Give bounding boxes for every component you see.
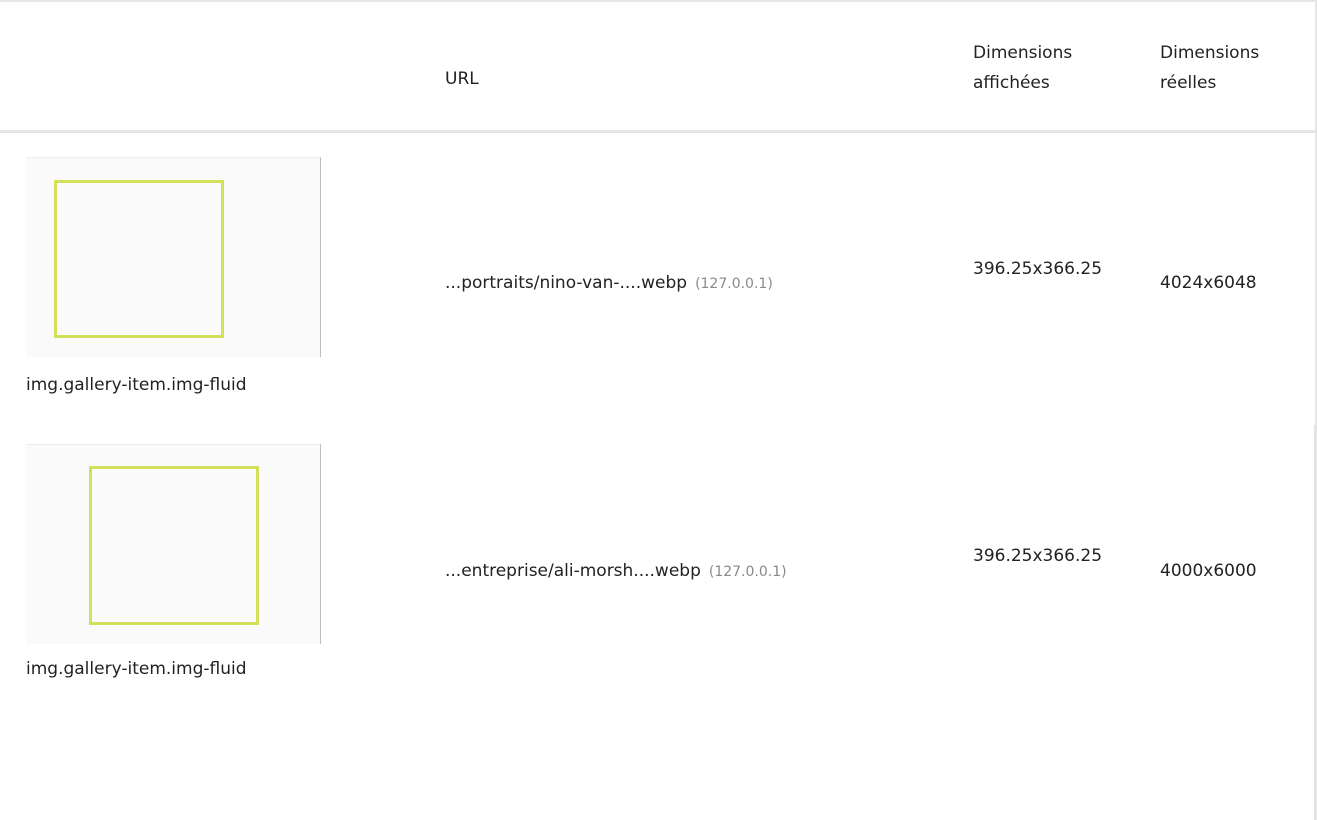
element-selector: img.gallery-item.img-fluid (26, 659, 247, 679)
real-dimensions: 4000x6000 (1160, 561, 1257, 581)
image-url[interactable]: ...portraits/nino-van-....webp (127.0.0.1… (445, 271, 773, 296)
image-thumbnail[interactable] (26, 444, 321, 644)
table-row: img.gallery-item.img-fluid ...portraits/… (0, 133, 1314, 425)
displayed-dimensions: 396.25x366.25 (973, 259, 1103, 279)
column-header-url: URL (445, 69, 479, 89)
element-selector: img.gallery-item.img-fluid (26, 375, 247, 395)
image-url[interactable]: ...entreprise/ali-morsh....webp (127.0.0.… (445, 559, 787, 584)
column-header-real-dimensions: Dimensions réelles (1160, 43, 1260, 93)
image-sizes-table: URL Dimensions affichées Dimensions réel… (0, 0, 1317, 820)
column-header-displayed-dimensions: Dimensions affichées (973, 43, 1073, 93)
table-header: URL Dimensions affichées Dimensions réel… (0, 2, 1317, 130)
image-thumbnail[interactable] (26, 157, 321, 357)
image-url-host: (127.0.0.1) (708, 564, 787, 580)
image-outline (54, 180, 224, 338)
image-url-path[interactable]: ...portraits/nino-van-....webp (445, 273, 687, 293)
image-outline (89, 466, 259, 625)
real-dimensions: 4024x6048 (1160, 273, 1257, 293)
image-url-host: (127.0.0.1) (695, 276, 773, 292)
image-url-path[interactable]: ...entreprise/ali-morsh....webp (445, 561, 701, 581)
displayed-dimensions: 396.25x366.25 (973, 546, 1103, 566)
table-row: img.gallery-item.img-fluid ...entreprise… (0, 425, 1314, 820)
